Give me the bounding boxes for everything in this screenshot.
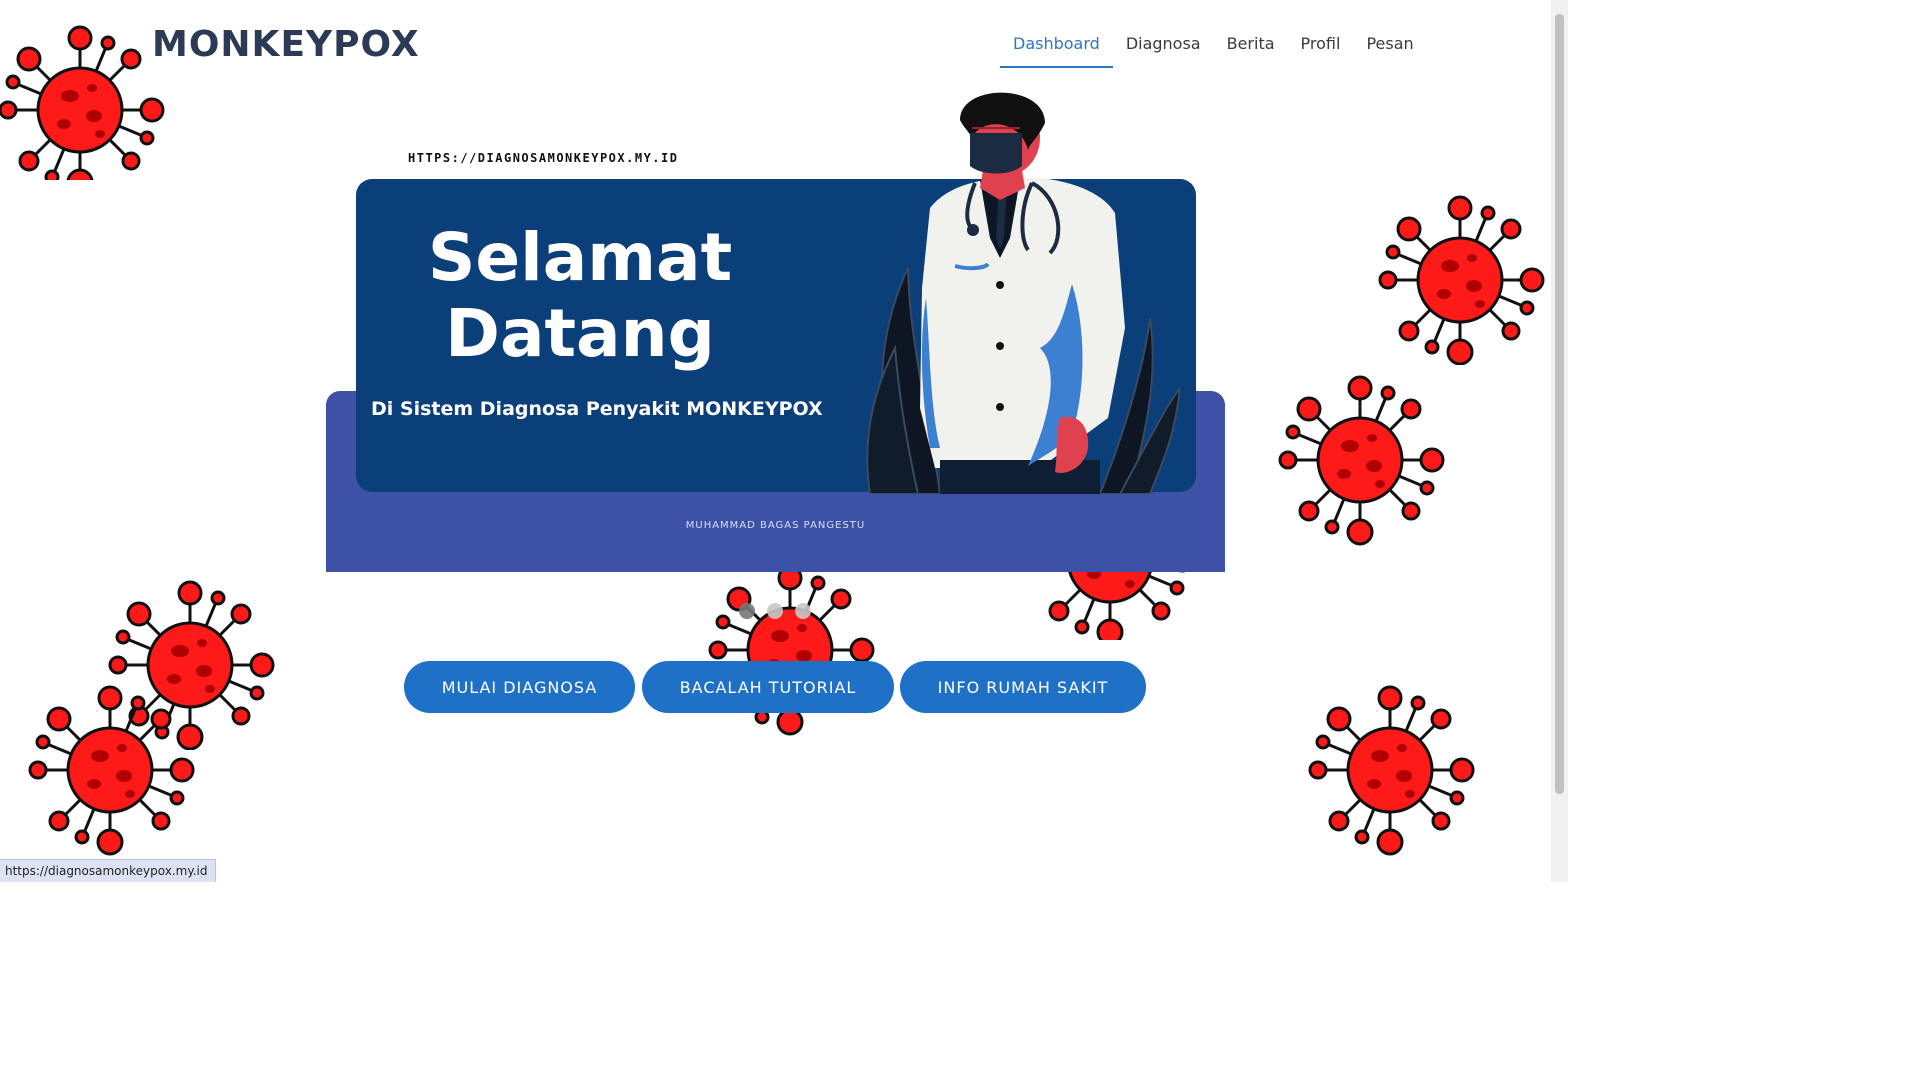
main-nav: Dashboard Diagnosa Berita Profil Pesan <box>1000 30 1427 68</box>
nav-pesan[interactable]: Pesan <box>1353 30 1426 68</box>
carousel-indicator-1[interactable] <box>739 603 755 619</box>
hospital-info-button[interactable]: INFO RUMAH SAKIT <box>900 661 1146 713</box>
doctor-illustration <box>866 92 1180 494</box>
status-bar-url: https://diagnosamonkeypox.my.id <box>0 859 217 882</box>
scrollbar-thumb[interactable] <box>1555 14 1564 794</box>
nav-berita[interactable]: Berita <box>1214 30 1288 68</box>
virus-decoration <box>0 25 165 180</box>
nav-diagnosa[interactable]: Diagnosa <box>1113 30 1214 68</box>
nav-dashboard[interactable]: Dashboard <box>1000 30 1113 68</box>
virus-decoration <box>1308 685 1475 856</box>
banner-author: MUHAMMAD BAGAS PANGESTU <box>685 520 866 531</box>
vertical-scrollbar[interactable] <box>1551 0 1568 882</box>
site-logo-text[interactable]: MONKEYPOX <box>152 24 420 65</box>
banner-headline: Selamat Datang <box>380 220 780 372</box>
start-diagnosis-button[interactable]: MULAI DIAGNOSA <box>404 661 635 713</box>
carousel-indicators <box>739 603 811 619</box>
read-tutorial-button[interactable]: BACALAH TUTORIAL <box>642 661 894 713</box>
nav-profil[interactable]: Profil <box>1288 30 1354 68</box>
headline-line-2: Datang <box>445 295 715 372</box>
banner-url-text: HTTPS://DIAGNOSAMONKEYPOX.MY.ID <box>408 151 679 165</box>
virus-decoration <box>1378 195 1545 365</box>
carousel-indicator-3[interactable] <box>795 603 811 619</box>
carousel-indicator-2[interactable] <box>767 603 783 619</box>
headline-line-1: Selamat <box>427 219 733 296</box>
virus-decoration <box>28 685 195 856</box>
virus-decoration <box>1278 375 1445 546</box>
banner-subheadline: Di Sistem Diagnosa Penyakit MONKEYPOX <box>371 398 823 420</box>
virus-decoration <box>708 565 875 736</box>
